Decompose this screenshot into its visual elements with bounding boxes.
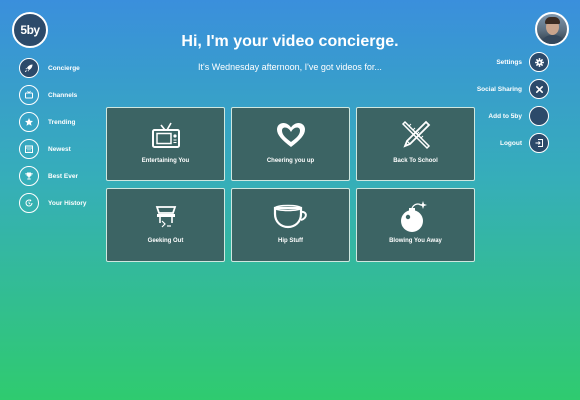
sidebar-item-label: Best Ever (48, 172, 78, 180)
sidebar-nav: Concierge Channels Trending Newest Best … (19, 58, 87, 220)
menu-item-label: Logout (499, 139, 522, 147)
tile-back-to-school[interactable]: Back To School (356, 107, 475, 181)
pencil-ruler-icon (357, 118, 474, 152)
menu-item-label: Settings (496, 58, 522, 66)
tile-hip-stuff[interactable]: Hip Stuff (231, 188, 350, 262)
history-icon (19, 193, 39, 213)
settings-button[interactable]: Settings (477, 52, 549, 72)
tile-blowing-you-away[interactable]: Blowing You Away (356, 188, 475, 262)
bomb-icon (357, 199, 474, 235)
menu-item-label: Add to 5by (488, 112, 522, 120)
logout-button[interactable]: Logout (477, 133, 549, 153)
sidebar-item-channels[interactable]: Channels (19, 85, 87, 105)
close-icon (529, 79, 549, 99)
teacup-icon (232, 199, 349, 233)
sidebar-item-label: Channels (48, 91, 78, 99)
gear-icon (529, 52, 549, 72)
sidebar-item-concierge[interactable]: Concierge (19, 58, 87, 78)
tile-cheering-you-up[interactable]: Cheering you up (231, 107, 350, 181)
star-icon (19, 112, 39, 132)
menu-item-label: Social Sharing (476, 85, 522, 93)
tile-label: Geeking Out (147, 238, 184, 244)
page-title: Hi, I'm your video concierge. (181, 33, 399, 50)
sidebar-item-label: Concierge (48, 64, 80, 72)
tile-label: Entertaining You (141, 158, 190, 164)
tile-label: Back To School (393, 158, 438, 164)
rocket-icon (19, 58, 39, 78)
logout-icon (529, 133, 549, 153)
tile-entertaining-you[interactable]: Entertaining You (106, 107, 225, 181)
sidebar-item-label: Trending (48, 118, 76, 126)
sidebar-item-best-ever[interactable]: Best Ever (19, 166, 87, 186)
sidebar-item-your-history[interactable]: Your History (19, 193, 87, 213)
tile-label: Cheering you up (266, 158, 315, 164)
heart-icon (232, 118, 349, 152)
avatar-hair (545, 17, 560, 24)
calendar-icon (19, 139, 39, 159)
sidebar-item-label: Newest (48, 145, 71, 153)
account-menu: Settings Social Sharing Add to 5by Logou… (477, 52, 549, 160)
trophy-icon (19, 166, 39, 186)
add-icon (529, 106, 549, 126)
tile-geeking-out[interactable]: Geeking Out (106, 188, 225, 262)
sidebar-item-newest[interactable]: Newest (19, 139, 87, 159)
category-grid: Entertaining You Cheering you up Back To… (106, 107, 475, 262)
tv-icon (19, 85, 39, 105)
add-to-5by-button[interactable]: Add to 5by (477, 106, 549, 126)
sidebar-item-trending[interactable]: Trending (19, 112, 87, 132)
sidebar-item-label: Your History (48, 199, 87, 207)
projector-icon (107, 199, 224, 233)
tile-label: Blowing You Away (389, 238, 442, 244)
retro-tv-icon (107, 118, 224, 152)
tile-label: Hip Stuff (278, 238, 303, 244)
social-sharing-button[interactable]: Social Sharing (477, 79, 549, 99)
